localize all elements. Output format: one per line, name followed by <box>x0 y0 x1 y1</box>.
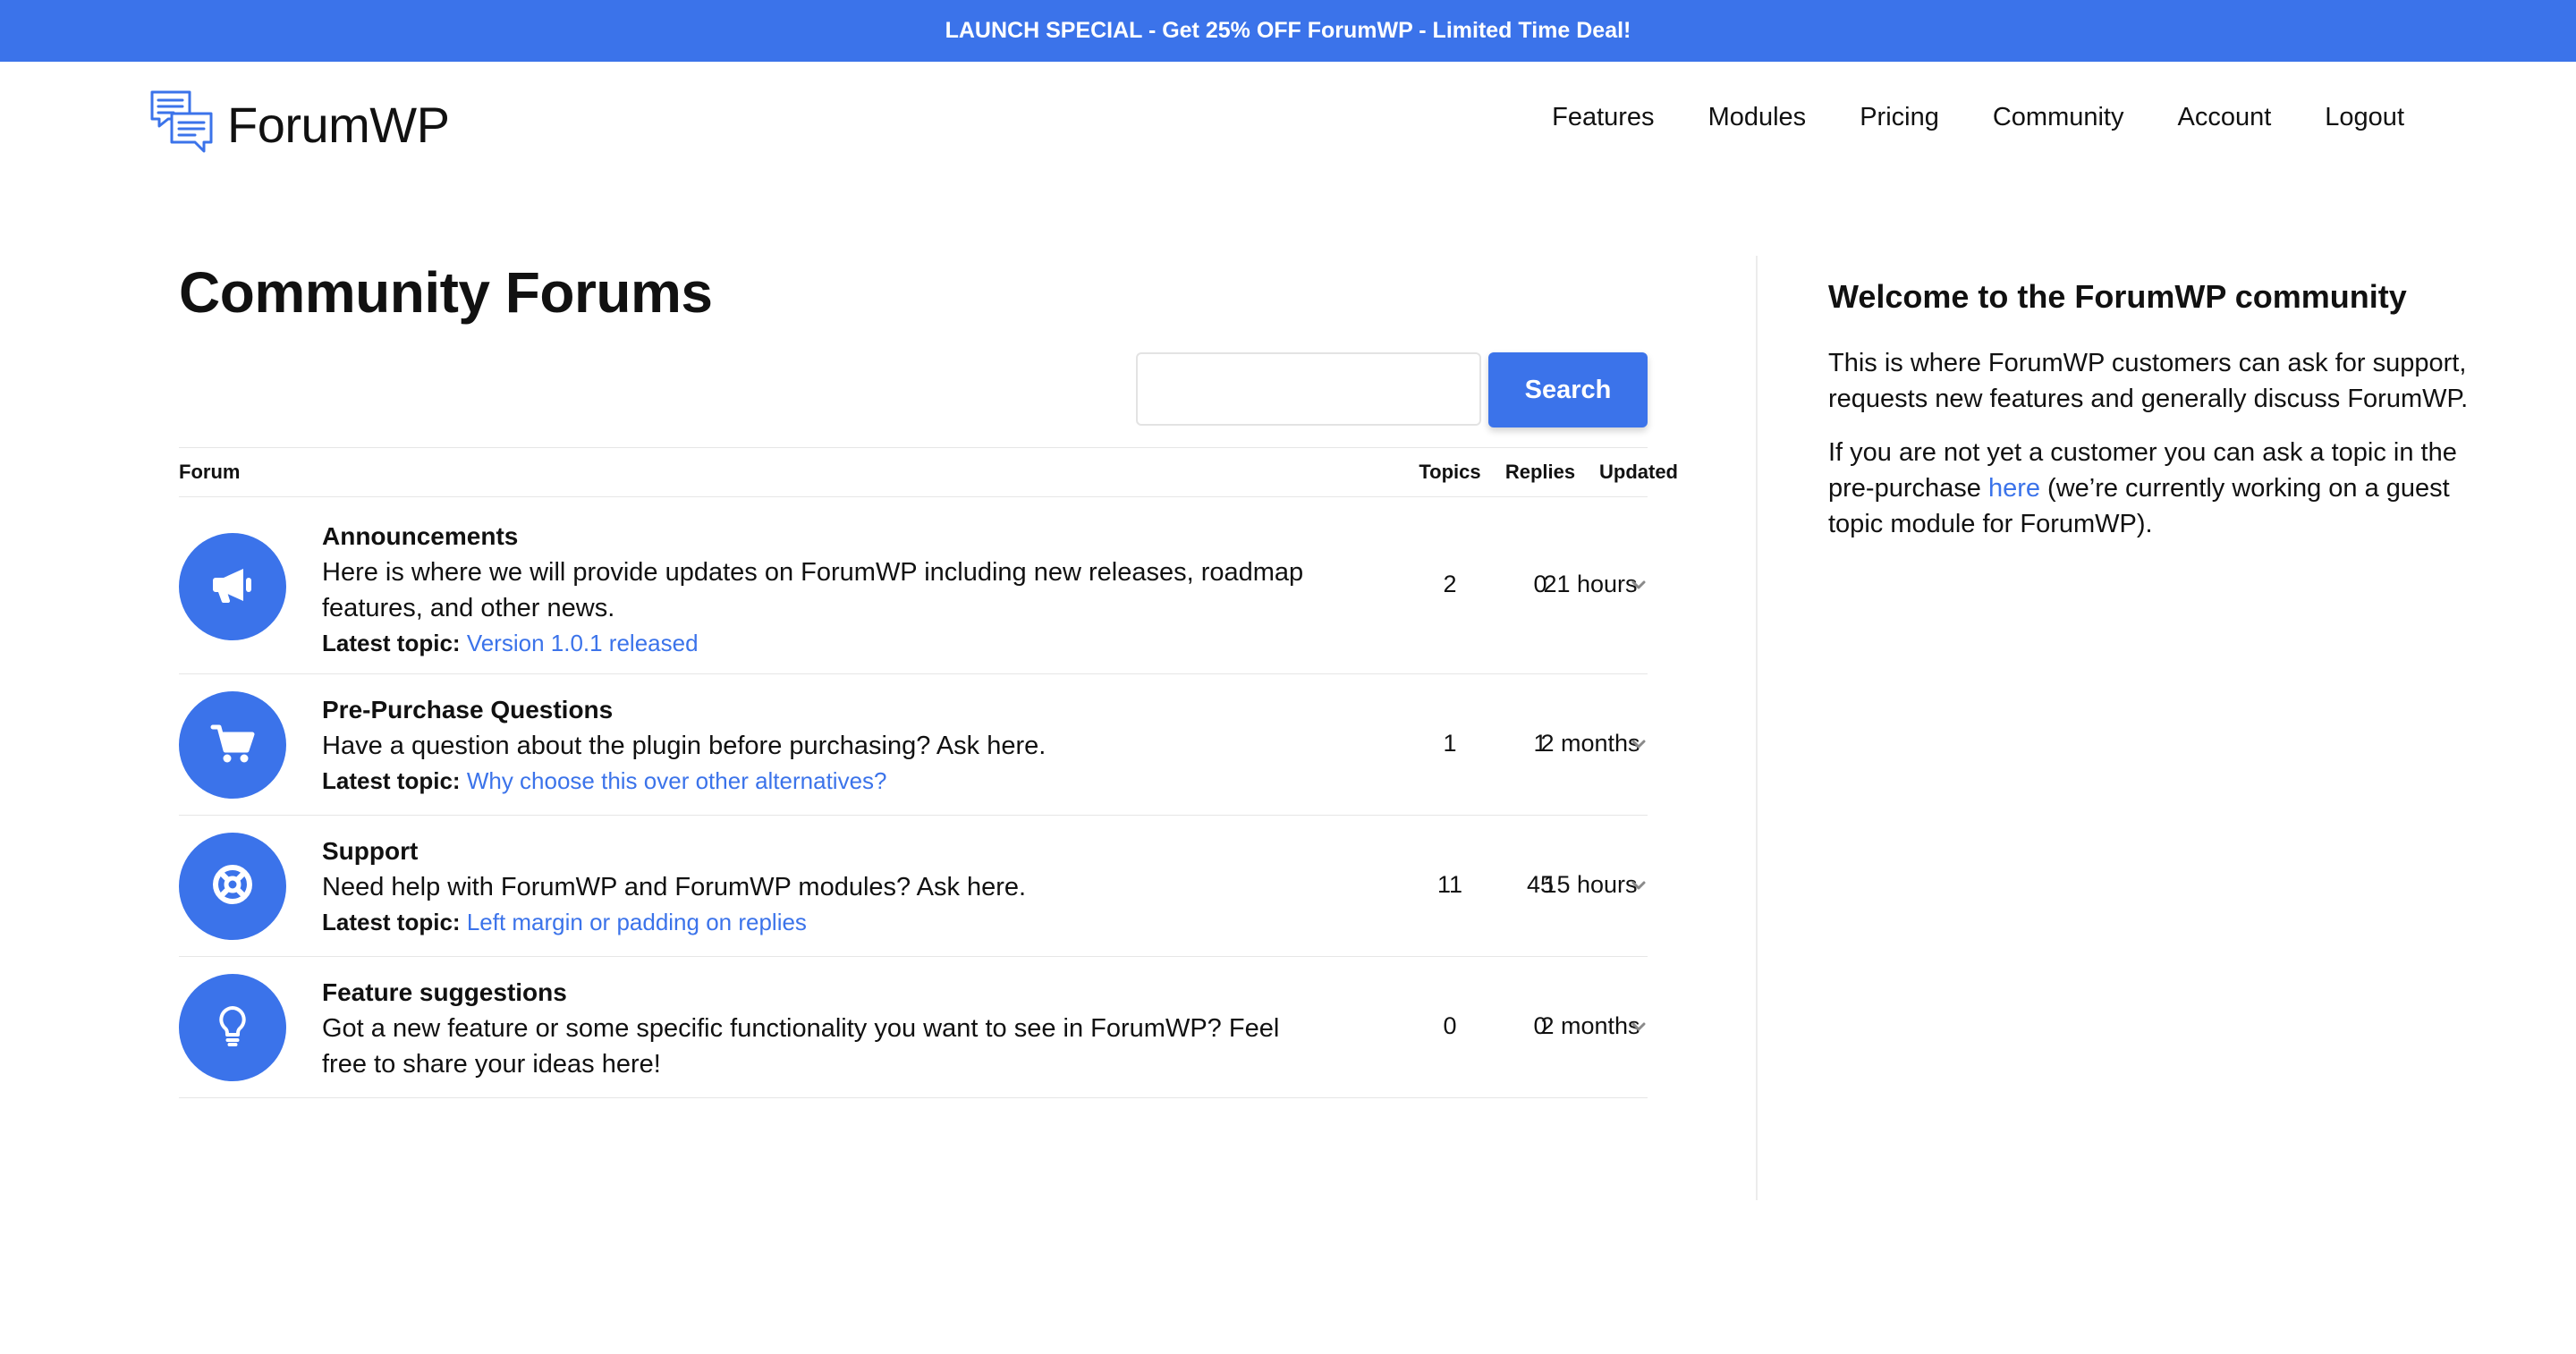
chevron-down-icon[interactable] <box>1630 876 1648 894</box>
latest-topic-link[interactable]: Left margin or padding on replies <box>467 909 807 935</box>
megaphone-icon <box>208 560 258 614</box>
chevron-down-icon[interactable] <box>1630 1018 1648 1036</box>
forum-title-link[interactable]: Pre-Purchase Questions <box>322 692 1324 728</box>
nav-logout[interactable]: Logout <box>2325 103 2404 132</box>
topics-count: 2 <box>1443 571 1457 597</box>
forum-icon-announcements[interactable] <box>179 533 286 640</box>
site-header: ForumWP Features Modules Pricing Communi… <box>0 62 2576 187</box>
chevron-down-icon[interactable] <box>1630 735 1648 753</box>
sidebar-intro: This is where ForumWP customers can ask … <box>1828 349 2469 413</box>
column-header-updated: Updated <box>1599 461 1678 483</box>
forum-title-link[interactable]: Announcements <box>322 519 1324 554</box>
latest-topic-label: Latest topic: <box>322 909 461 935</box>
lightbulb-icon <box>208 1001 258 1055</box>
forum-icon-feature-suggestions[interactable] <box>179 974 286 1081</box>
forum-row-announcements: Announcements Here is where we will prov… <box>179 497 1648 674</box>
forum-info: Feature suggestions Got a new feature or… <box>322 975 1324 1082</box>
nav-modules[interactable]: Modules <box>1708 103 1807 132</box>
site-logo[interactable]: ForumWP <box>148 90 450 158</box>
forum-description: Need help with ForumWP and ForumWP modul… <box>322 873 1027 901</box>
forum-info: Pre-Purchase Questions Have a question a… <box>322 692 1324 798</box>
forum-icon-pre-purchase[interactable] <box>179 691 286 799</box>
promo-text[interactable]: LAUNCH SPECIAL - Get 25% OFF ForumWP - L… <box>945 18 1631 44</box>
nav-features[interactable]: Features <box>1552 103 1654 132</box>
latest-topic: Latest topic: Version 1.0.1 released <box>322 626 1324 660</box>
nav-community[interactable]: Community <box>1993 103 2124 132</box>
forum-table: Forum Topics Replies Updated Announcemen… <box>179 447 1678 1098</box>
latest-topic-link[interactable]: Version 1.0.1 released <box>467 630 699 656</box>
latest-topic-label: Latest topic: <box>322 767 461 794</box>
search-button[interactable]: Search <box>1488 352 1648 427</box>
forum-description: Have a question about the plugin before … <box>322 732 1046 760</box>
sidebar: Welcome to the ForumWP community This is… <box>1828 275 2472 560</box>
page-title: Community Forums <box>179 260 713 325</box>
nav-account[interactable]: Account <box>2178 103 2272 132</box>
sidebar-customer-note: If you are not yet a customer you can as… <box>1828 435 2472 542</box>
lifebuoy-icon <box>208 859 258 914</box>
forum-icon-support[interactable] <box>179 833 286 940</box>
promo-banner[interactable]: LAUNCH SPECIAL - Get 25% OFF ForumWP - L… <box>0 0 2576 62</box>
sidebar-title: Welcome to the ForumWP community <box>1828 278 2407 315</box>
logo-text: ForumWP <box>227 96 450 153</box>
forum-row-support: Support Need help with ForumWP and Forum… <box>179 816 1648 957</box>
chevron-down-icon[interactable] <box>1630 576 1648 594</box>
forum-description: Here is where we will provide updates on… <box>322 558 1304 622</box>
pre-purchase-link[interactable]: here <box>1988 474 2040 503</box>
main-nav: Features Modules Pricing Community Accou… <box>1552 103 2404 132</box>
latest-topic: Latest topic: Why choose this over other… <box>322 764 1324 798</box>
cart-icon <box>208 718 258 773</box>
forum-info: Announcements Here is where we will prov… <box>322 519 1324 660</box>
updated-time: 15 hours <box>1543 871 1638 898</box>
nav-pricing[interactable]: Pricing <box>1860 103 1939 132</box>
topics-count: 1 <box>1443 730 1457 757</box>
topics-count: 11 <box>1436 871 1463 898</box>
updated-time: 2 months <box>1540 1012 1640 1039</box>
column-divider <box>1756 256 1758 1200</box>
latest-topic: Latest topic: Left margin or padding on … <box>322 905 1324 939</box>
column-header-forum: Forum <box>179 461 241 483</box>
forum-title-link[interactable]: Support <box>322 834 1324 869</box>
forum-description: Got a new feature or some specific funct… <box>322 1014 1280 1079</box>
updated-time: 2 months <box>1540 730 1640 757</box>
table-header: Forum Topics Replies Updated <box>179 447 1678 497</box>
forum-row-feature-suggestions: Feature suggestions Got a new feature or… <box>179 957 1648 1098</box>
updated-time: 21 hours <box>1543 571 1638 597</box>
column-header-replies: Replies <box>1504 461 1576 483</box>
latest-topic-label: Latest topic: <box>322 630 461 656</box>
forum-row-pre-purchase: Pre-Purchase Questions Have a question a… <box>179 674 1648 816</box>
search-input[interactable] <box>1136 352 1481 426</box>
column-header-topics: Topics <box>1419 461 1481 483</box>
forum-info: Support Need help with ForumWP and Forum… <box>322 834 1324 939</box>
forum-title-link[interactable]: Feature suggestions <box>322 975 1324 1011</box>
chat-bubbles-icon <box>148 89 216 161</box>
latest-topic-link[interactable]: Why choose this over other alternatives? <box>467 767 887 794</box>
topics-count: 0 <box>1443 1012 1457 1039</box>
